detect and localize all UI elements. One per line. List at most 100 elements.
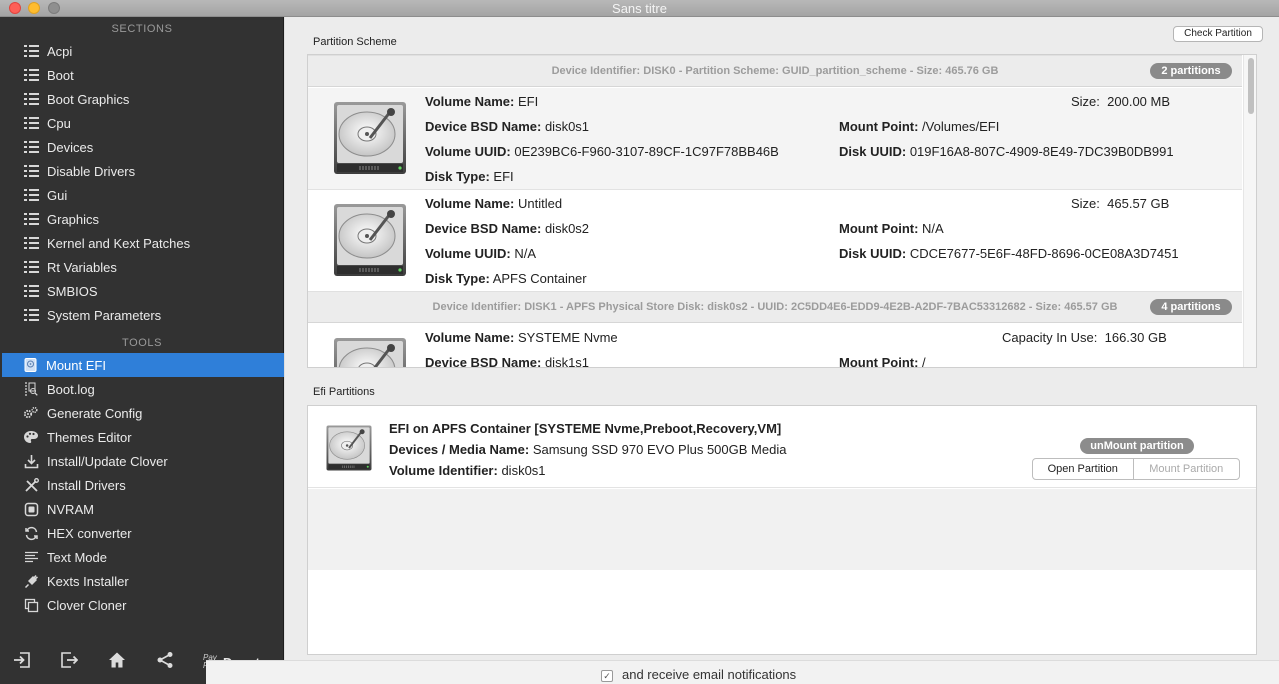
list-icon — [22, 259, 40, 275]
sidebar-item-label: Acpi — [47, 43, 73, 59]
field-label: Volume UUID: — [425, 144, 511, 159]
sidebar-item-label: Text Mode — [47, 549, 107, 565]
sidebar-item-kexts-installer[interactable]: Kexts Installer — [3, 569, 283, 593]
scrollbar-thumb[interactable] — [1248, 58, 1254, 114]
sidebar-item-mount-efi[interactable]: Mount EFI — [2, 353, 284, 377]
sidebar-item-label: HEX converter — [47, 525, 132, 541]
sidebar-item-label: Graphics — [47, 211, 100, 227]
checkbox-icon[interactable]: ✓ — [601, 670, 613, 682]
sidebar-item-install-drivers[interactable]: Install Drivers — [3, 473, 283, 497]
disk-header: Device Identifier: DISK0 - Partition Sch… — [308, 55, 1242, 87]
sidebar-item-boot-log[interactable]: Boot.log — [3, 377, 283, 401]
media-name-value: Samsung SSD 970 EVO Plus 500GB Media — [532, 442, 787, 457]
volume-uuid-value: N/A — [514, 246, 537, 261]
sidebar-item-acpi[interactable]: Acpi — [3, 39, 283, 63]
export-icon[interactable] — [59, 651, 79, 671]
home-icon[interactable] — [107, 651, 127, 671]
check-partition-button[interactable]: Check Partition — [1173, 26, 1263, 42]
field-label: Device BSD Name: — [425, 355, 542, 368]
list-icon — [22, 115, 40, 131]
volume-name-value: SYSTEME Nvme — [517, 330, 618, 345]
sidebar-item-graphics[interactable]: Graphics — [3, 207, 283, 231]
open-partition-button[interactable]: Open Partition — [1033, 459, 1134, 479]
disk-header-text: Device Identifier: DISK1 - APFS Physical… — [432, 301, 1118, 313]
list-icon — [22, 307, 40, 323]
partition-row[interactable]: Volume Name: SYSTEME Nvme Capacity In Us… — [308, 324, 1242, 368]
sidebar-item-generate-config[interactable]: Generate Config — [3, 401, 283, 425]
sidebar-item-label: NVRAM — [47, 501, 94, 517]
field-label: Mount Point: — [839, 221, 919, 236]
mount-point-value: N/A — [922, 221, 944, 236]
sidebar-item-label: Boot — [47, 67, 74, 83]
sidebar-item-install-update-clover[interactable]: Install/Update Clover — [3, 449, 283, 473]
list-icon — [22, 163, 40, 179]
disk-header: Device Identifier: DISK1 - APFS Physical… — [308, 291, 1242, 323]
import-icon[interactable] — [12, 651, 32, 671]
sidebar-item-label: Devices — [47, 139, 94, 155]
size-value: 200.00 MB — [1107, 94, 1171, 109]
sidebar-item-gui[interactable]: Gui — [3, 183, 283, 207]
mount-partition-button[interactable]: Mount Partition — [1134, 459, 1239, 479]
title-bar: Sans titre — [0, 0, 1279, 17]
sidebar-item-kernel-and-kext-patches[interactable]: Kernel and Kext Patches — [3, 231, 283, 255]
sidebar-item-nvram[interactable]: NVRAM — [3, 497, 283, 521]
field-label: Disk Type: — [425, 271, 490, 286]
sidebar-item-clover-cloner[interactable]: Clover Cloner — [3, 593, 283, 617]
efi-partitions-label: Efi Partitions — [313, 386, 375, 398]
tools-header: TOOLS — [121, 337, 163, 349]
sidebar-item-boot-graphics[interactable]: Boot Graphics — [3, 87, 283, 111]
tools-icon — [22, 477, 40, 493]
sections-header: SECTIONS — [111, 23, 173, 35]
field-label: Disk UUID: — [839, 144, 907, 159]
field-label: Disk Type: — [425, 169, 490, 184]
mount-point-value: /Volumes/EFI — [922, 119, 1000, 134]
empty-row — [308, 489, 1256, 570]
bsd-name-value: disk0s2 — [544, 221, 590, 236]
disk-type-value: APFS Container — [492, 271, 587, 286]
field-label: Volume UUID: — [425, 246, 511, 261]
field-label: Device BSD Name: — [425, 119, 542, 134]
sidebar-item-disable-drivers[interactable]: Disable Drivers — [3, 159, 283, 183]
size-label: Size: — [1071, 94, 1100, 109]
partition-row[interactable]: Volume Name: EFI Size: 200.00 MB Device … — [308, 88, 1242, 190]
sidebar-item-hex-converter[interactable]: HEX converter — [3, 521, 283, 545]
volume-identifier-value: disk0s1 — [501, 463, 546, 478]
efi-partitions-list: EFI on APFS Container [SYSTEME Nvme,Preb… — [307, 405, 1257, 655]
hard-drive-icon — [330, 200, 410, 280]
list-icon — [22, 235, 40, 251]
hard-drive-icon — [330, 334, 410, 367]
efi-title: EFI on APFS Container [SYSTEME Nvme,Preb… — [389, 421, 782, 436]
hard-drive-icon — [324, 423, 374, 473]
partition-scheme-list: Device Identifier: DISK0 - Partition Sch… — [307, 54, 1257, 368]
plug-icon — [22, 573, 40, 589]
sidebar-item-boot[interactable]: Boot — [3, 63, 283, 87]
sidebar-item-label: Install/Update Clover — [47, 453, 168, 469]
field-label: Devices / Media Name: — [389, 442, 530, 457]
sidebar-item-devices[interactable]: Devices — [3, 135, 283, 159]
sidebar-item-rt-variables[interactable]: Rt Variables — [3, 255, 283, 279]
list-icon — [22, 187, 40, 203]
disk-uuid-value: CDCE7677-5E6F-48FD-8696-0CE08A3D7451 — [909, 246, 1179, 261]
share-icon[interactable] — [155, 651, 175, 671]
hard-drive-icon — [330, 98, 410, 178]
sidebar-item-label: Kexts Installer — [47, 573, 129, 589]
sidebar-item-label: Themes Editor — [47, 429, 132, 445]
text-icon — [22, 549, 40, 565]
size-label: Capacity In Use: — [1002, 330, 1098, 345]
partition-count-badge: 2 partitions — [1150, 63, 1232, 79]
efi-partition-row[interactable]: EFI on APFS Container [SYSTEME Nvme,Preb… — [308, 406, 1256, 488]
partition-scheme-label: Partition Scheme — [313, 36, 397, 48]
field-label: Mount Point: — [839, 119, 919, 134]
mount-point-value: / — [922, 355, 926, 368]
gears-icon — [22, 405, 40, 421]
sidebar-item-cpu[interactable]: Cpu — [3, 111, 283, 135]
log-icon — [22, 381, 40, 397]
sidebar-item-smbios[interactable]: SMBIOS — [3, 279, 283, 303]
partition-list-scrollbar[interactable] — [1243, 55, 1256, 367]
sidebar-item-text-mode[interactable]: Text Mode — [3, 545, 283, 569]
unmount-partition-badge[interactable]: unMount partition — [1080, 438, 1194, 454]
partition-row[interactable]: Volume Name: Untitled Size: 465.57 GB De… — [308, 190, 1242, 292]
sidebar-item-system-parameters[interactable]: System Parameters — [3, 303, 283, 327]
sidebar-item-label: Rt Variables — [47, 259, 117, 275]
sidebar-item-themes-editor[interactable]: Themes Editor — [3, 425, 283, 449]
